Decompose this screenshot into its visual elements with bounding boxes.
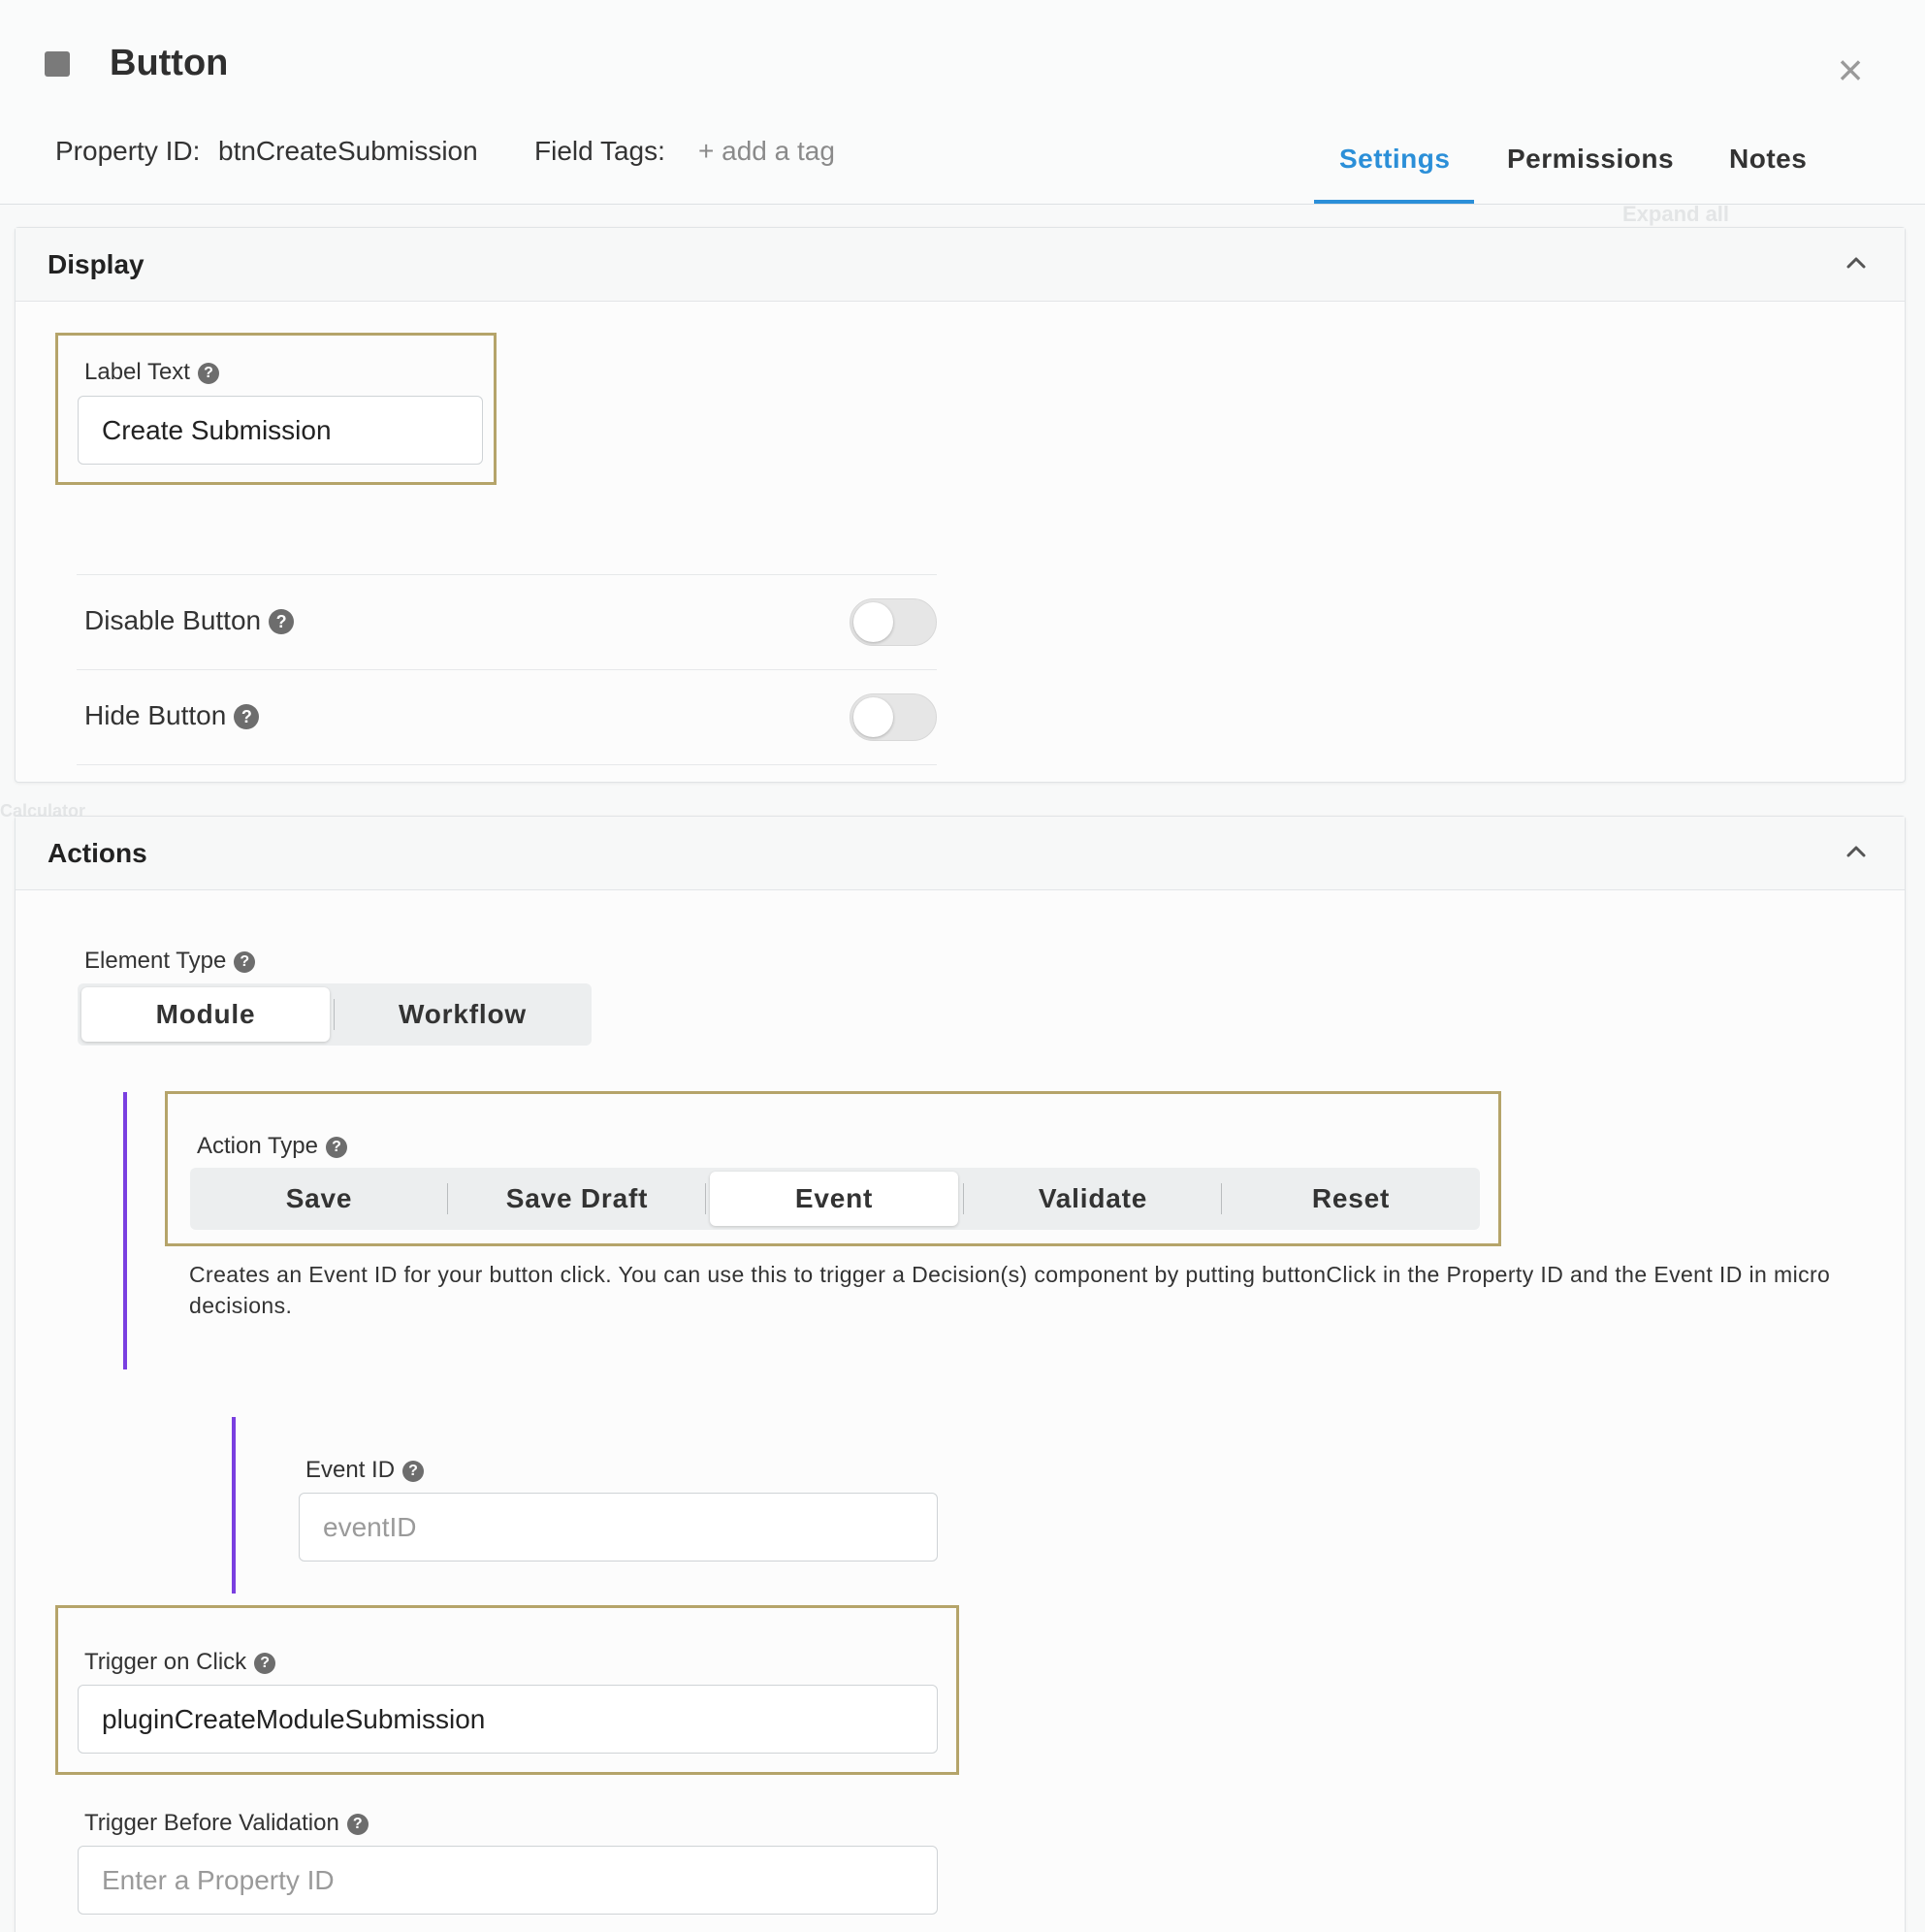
display-panel: Display xyxy=(15,227,1906,783)
element-type-segmented: Module Workflow xyxy=(78,983,592,1046)
property-id-label: Property ID: xyxy=(55,136,201,166)
disable-button-label: Disable Button? xyxy=(84,605,295,636)
disable-button-toggle[interactable] xyxy=(850,598,937,646)
action-type-save-draft[interactable]: Save Draft xyxy=(452,1172,702,1226)
question-circle-icon[interactable]: ? xyxy=(197,363,219,384)
tab-permissions[interactable]: Permissions xyxy=(1507,144,1674,175)
label-text-input[interactable] xyxy=(78,396,483,465)
toggle-knob xyxy=(853,697,893,737)
trigger-before-validation-input[interactable] xyxy=(78,1846,938,1915)
actions-panel-title: Actions xyxy=(48,838,147,868)
dialog-header: Button × Property ID: btnCreateSubmissio… xyxy=(0,0,1925,205)
question-circle-icon[interactable]: ? xyxy=(402,1461,425,1482)
action-type-segmented: Save Save Draft Event Validate Reset xyxy=(190,1168,1480,1230)
nested-indicator-line xyxy=(232,1417,236,1594)
dialog-title: Button xyxy=(110,43,229,83)
question-circle-icon[interactable]: ? xyxy=(346,1814,369,1835)
element-type-label: Element Type? xyxy=(84,948,256,975)
action-type-save[interactable]: Save xyxy=(194,1172,444,1226)
trigger-before-validation-label: Trigger Before Validation? xyxy=(84,1810,369,1837)
display-panel-title: Display xyxy=(48,249,144,279)
row-divider xyxy=(77,764,937,765)
tab-settings[interactable]: Settings xyxy=(1339,144,1450,175)
event-id-label: Event ID? xyxy=(305,1457,425,1484)
element-type-workflow[interactable]: Workflow xyxy=(337,987,588,1042)
question-circle-icon[interactable]: ? xyxy=(234,951,256,973)
tab-notes[interactable]: Notes xyxy=(1729,144,1807,175)
field-tags-label: Field Tags: xyxy=(534,136,665,166)
label-text-label: Label Text? xyxy=(84,359,219,386)
active-tab-indicator xyxy=(1314,200,1474,204)
action-type-description: Creates an Event ID for your button clic… xyxy=(189,1262,1831,1318)
add-tag-link[interactable]: + add a tag xyxy=(698,136,835,167)
property-id-value: btnCreateSubmission xyxy=(218,136,478,166)
button-settings-dialog: Expand all Calculator Button × Property … xyxy=(0,0,1925,1932)
action-type-validate[interactable]: Validate xyxy=(968,1172,1218,1226)
question-circle-icon[interactable]: ? xyxy=(254,1653,276,1674)
actions-panel-header[interactable]: Actions xyxy=(16,817,1905,890)
row-divider xyxy=(77,669,937,670)
display-panel-header[interactable]: Display xyxy=(16,228,1905,302)
question-circle-icon[interactable]: ? xyxy=(269,609,295,634)
segment-separator xyxy=(705,1183,706,1214)
row-divider xyxy=(77,574,937,575)
chevron-up-icon[interactable] xyxy=(1845,840,1868,863)
trigger-on-click-input[interactable] xyxy=(78,1685,938,1754)
question-circle-icon[interactable]: ? xyxy=(234,704,260,729)
action-type-reset[interactable]: Reset xyxy=(1226,1172,1476,1226)
segment-separator xyxy=(447,1183,448,1214)
square-icon xyxy=(45,51,70,77)
action-type-event[interactable]: Event xyxy=(710,1172,958,1226)
event-id-input[interactable] xyxy=(299,1493,938,1562)
close-icon[interactable]: × xyxy=(1831,47,1870,93)
trigger-on-click-label: Trigger on Click? xyxy=(84,1649,276,1676)
element-type-module[interactable]: Module xyxy=(81,987,330,1042)
hide-button-toggle[interactable] xyxy=(850,693,937,741)
action-type-label: Action Type? xyxy=(197,1133,347,1160)
expand-all-ghost-text: Expand all xyxy=(1622,202,1730,226)
chevron-up-icon[interactable] xyxy=(1845,251,1868,274)
segment-separator xyxy=(334,999,335,1030)
hide-button-label: Hide Button? xyxy=(84,700,260,731)
segment-separator xyxy=(963,1183,964,1214)
nested-indicator-line xyxy=(123,1092,127,1369)
segment-separator xyxy=(1221,1183,1222,1214)
toggle-knob xyxy=(853,602,893,642)
question-circle-icon[interactable]: ? xyxy=(325,1137,347,1158)
